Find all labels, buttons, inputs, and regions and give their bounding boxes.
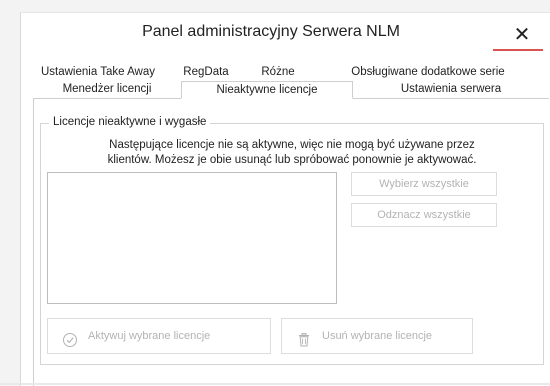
close-accent-line [493,49,543,51]
description-line-1: Następujące licencje nie są aktywne, wię… [109,139,475,151]
remove-selected-button[interactable]: Usuń wybrane licencje [281,318,473,354]
select-all-button[interactable]: Wybierz wszystkie [351,172,497,196]
license-list[interactable] [47,172,337,304]
title-bar: Panel administracyjny Serwera NLM ✕ [21,13,550,57]
activate-selected-label: Aktywuj wybrane licencje [88,330,211,342]
activate-selected-button[interactable]: Aktywuj wybrane licencje [47,318,271,354]
tab-take-away-settings[interactable]: Ustawienia Take Away [33,64,163,81]
check-circle-icon [62,328,78,347]
inactive-licenses-group: Licencje nieaktywne i wygasłe Następując… [40,116,544,365]
trash-icon [296,328,312,347]
tab-inactive-licenses[interactable]: Nieaktywne licencje [181,81,353,99]
panel-description: Następujące licencje nie są aktywne, wię… [51,138,533,168]
inactive-licenses-panel: Licencje nieaktywne i wygasłe Następując… [33,99,550,386]
tab-regdata[interactable]: RegData [163,64,249,81]
group-title: Licencje nieaktywne i wygasłe [49,116,211,128]
admin-panel-window: Panel administracyjny Serwera NLM ✕ Usta… [20,12,550,386]
close-button[interactable]: ✕ [507,19,537,49]
tab-row-top: Ustawienia Take Away RegData Różne Obsłu… [33,64,549,81]
close-icon: ✕ [513,22,531,46]
tab-misc[interactable]: Różne [249,64,307,81]
remove-selected-label: Usuń wybrane licencje [322,330,433,342]
tab-row-bottom: Menedżer licencji Nieaktywne licencje Us… [33,81,549,99]
description-line-2: klientów. Możesz je obie usunąć lub spró… [107,154,477,166]
deselect-all-button[interactable]: Odznacz wszystkie [351,203,497,227]
window-title: Panel administracyjny Serwera NLM [142,23,400,40]
tab-supported-series[interactable]: Obsługiwane dodatkowe serie [307,64,549,81]
tab-server-settings[interactable]: Ustawienia serwera [353,81,549,98]
tab-license-manager[interactable]: Menedżer licencji [33,81,181,98]
